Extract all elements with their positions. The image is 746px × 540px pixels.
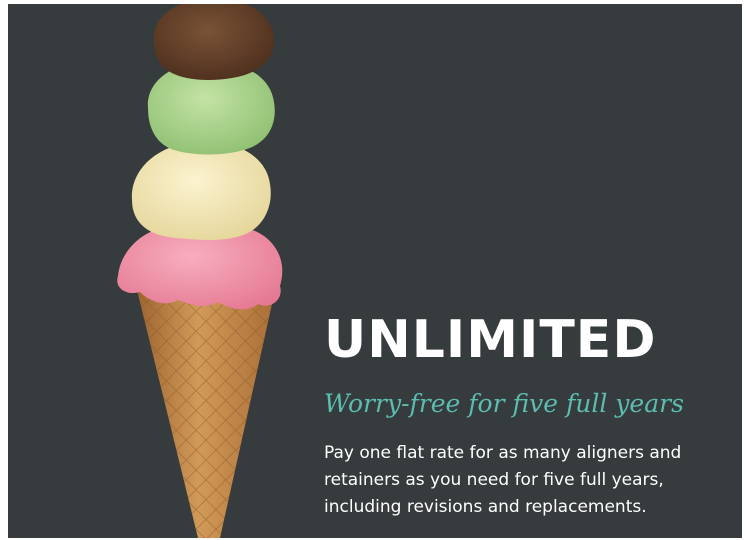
promo-body-copy: Pay one flat rate for as many aligners a… — [324, 440, 724, 521]
body-line-2: retainers as you need for five full year… — [324, 470, 664, 490]
promo-tagline: Worry-free for five full years — [324, 389, 684, 418]
ice-cream-cone-image — [117, 4, 283, 538]
promo-frame: UNLIMITED Worry-free for five full years… — [0, 0, 746, 540]
waffle-cone — [136, 286, 276, 538]
body-line-1: Pay one flat rate for as many aligners a… — [324, 443, 682, 463]
promo-headline: UNLIMITED — [324, 310, 657, 370]
vanilla-scoop — [131, 141, 271, 240]
promo-panel: UNLIMITED Worry-free for five full years… — [8, 4, 742, 538]
chocolate-scoop — [153, 4, 275, 81]
body-line-3: including revisions and replacements. — [324, 497, 647, 517]
